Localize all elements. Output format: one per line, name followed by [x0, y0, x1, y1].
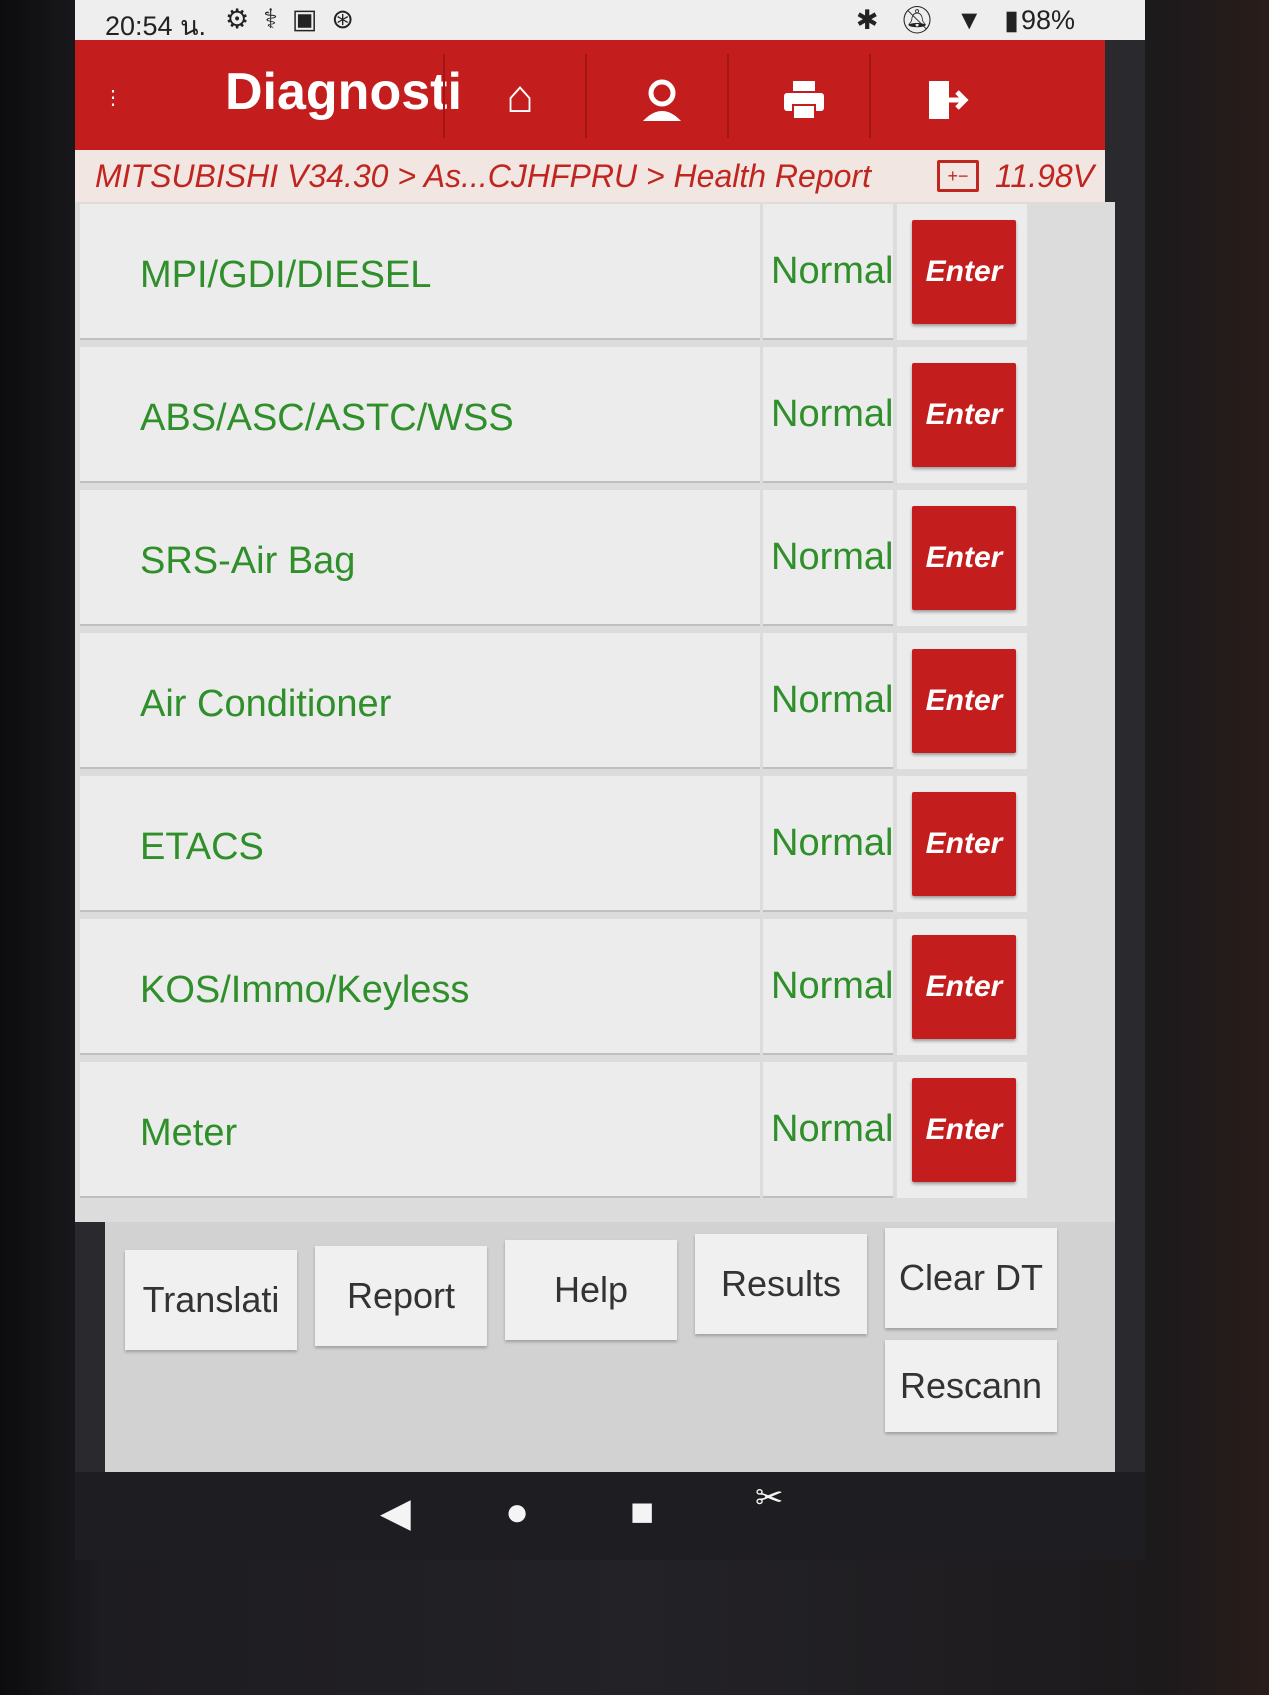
list-item: MPI/GDI/DIESEL Normal Enter [75, 202, 1115, 344]
system-list: MPI/GDI/DIESEL Normal Enter ABS/ASC/ASTC… [75, 202, 1115, 1222]
menu-dot-icon[interactable]: ⋮ [103, 85, 123, 110]
page-title: Diagnosti [225, 63, 462, 121]
clear-dtc-button[interactable]: Clear DT [885, 1228, 1057, 1328]
system-status-cell: Normal [763, 347, 893, 483]
battery-level: ▮98% [1004, 5, 1075, 35]
enter-cell: Enter [897, 347, 1027, 483]
enter-button[interactable]: Enter [912, 363, 1016, 467]
list-item: Meter Normal Enter [75, 1060, 1115, 1202]
mute-icon: 🔕︎ [900, 5, 935, 35]
system-status-cell: Normal [763, 204, 893, 340]
list-item: KOS/Immo/Keyless Normal Enter [75, 917, 1115, 1059]
back-icon[interactable]: ◀ [380, 1490, 411, 1536]
battery-voltage: 11.98V [995, 158, 1095, 194]
print-button[interactable] [727, 54, 879, 138]
home-icon: ⌂ [506, 70, 534, 122]
system-status: Normal [771, 822, 894, 864]
printer-icon [784, 80, 824, 120]
enter-cell: Enter [897, 204, 1027, 340]
app-header: ⋮ Diagnosti ⌂ [75, 40, 1105, 150]
navigation-bar: ◀ ● ■ ✂ [75, 1472, 1145, 1560]
translation-button[interactable]: Translati [125, 1250, 297, 1350]
breadcrumb-path: MITSUBISHI V34.30 > As...CJHFPRU > Healt… [95, 158, 871, 194]
system-status-cell: Normal [763, 1062, 893, 1198]
system-status-cell: Normal [763, 633, 893, 769]
system-status: Normal [771, 1108, 894, 1150]
home-nav-icon[interactable]: ● [505, 1490, 529, 1535]
system-name: Meter [140, 1112, 238, 1154]
system-name: KOS/Immo/Keyless [140, 969, 470, 1011]
list-item: ETACS Normal Enter [75, 774, 1115, 916]
image-icon: ▣ [291, 4, 332, 34]
system-name-cell: Meter [80, 1062, 760, 1198]
breadcrumb: MITSUBISHI V34.30 > As...CJHFPRU > Healt… [75, 150, 1105, 202]
enter-cell: Enter [897, 776, 1027, 912]
wifi-icon: ▼ [955, 5, 983, 35]
system-name-cell: KOS/Immo/Keyless [80, 919, 760, 1055]
enter-button[interactable]: Enter [912, 935, 1016, 1039]
system-name: Air Conditioner [140, 683, 392, 725]
system-name-cell: SRS-Air Bag [80, 490, 760, 626]
enter-cell: Enter [897, 919, 1027, 1055]
report-button[interactable]: Report [315, 1246, 487, 1346]
bottom-toolbar: Translati Report Help Results Clear DT R… [105, 1222, 1115, 1472]
user-button[interactable] [585, 54, 737, 138]
system-status-cell: Normal [763, 919, 893, 1055]
exit-button[interactable] [869, 54, 1021, 138]
enter-button[interactable]: Enter [912, 792, 1016, 896]
enter-cell: Enter [897, 1062, 1027, 1198]
system-name: ETACS [140, 826, 264, 868]
system-name: ABS/ASC/ASTC/WSS [140, 397, 514, 439]
system-name-cell: MPI/GDI/DIESEL [80, 204, 760, 340]
enter-cell: Enter [897, 633, 1027, 769]
bluetooth-circle-icon: ⊛ [331, 4, 368, 34]
tablet-device: 20:54 น. ⚙⚕▣⊛ ✱ 🔕︎ ▼ ▮98% ⋮ Diagnosti ⌂ [0, 0, 1269, 1695]
home-button[interactable]: ⌂ [443, 54, 595, 138]
status-left-icons: ⚙⚕▣⊛ [225, 4, 368, 35]
exit-icon [929, 80, 969, 119]
system-status: Normal [771, 679, 894, 721]
user-icon [643, 79, 681, 121]
help-button[interactable]: Help [505, 1240, 677, 1340]
system-status: Normal [771, 965, 894, 1007]
status-bar: 20:54 น. ⚙⚕▣⊛ ✱ 🔕︎ ▼ ▮98% [75, 0, 1145, 41]
system-name: SRS-Air Bag [140, 540, 356, 582]
enter-cell: Enter [897, 490, 1027, 626]
enter-button[interactable]: Enter [912, 649, 1016, 753]
enter-button[interactable]: Enter [912, 506, 1016, 610]
rescan-button[interactable]: Rescann [885, 1340, 1057, 1432]
screenshot-icon[interactable]: ✂ [755, 1478, 784, 1518]
system-status: Normal [771, 536, 894, 578]
system-name-cell: Air Conditioner [80, 633, 760, 769]
system-name: MPI/GDI/DIESEL [140, 254, 432, 296]
bluetooth-icon: ✱ [855, 5, 879, 35]
system-name-cell: ABS/ASC/ASTC/WSS [80, 347, 760, 483]
status-right-icons: ✱ 🔕︎ ▼ ▮98% [842, 4, 1075, 36]
system-name-cell: ETACS [80, 776, 760, 912]
results-button[interactable]: Results [695, 1234, 867, 1334]
system-status-cell: Normal [763, 776, 893, 912]
battery-voltage-icon: +− [937, 160, 979, 192]
system-status-cell: Normal [763, 490, 893, 626]
enter-button[interactable]: Enter [912, 1078, 1016, 1182]
list-item: Air Conditioner Normal Enter [75, 631, 1115, 773]
screen: 20:54 น. ⚙⚕▣⊛ ✱ 🔕︎ ▼ ▮98% ⋮ Diagnosti ⌂ [75, 0, 1145, 1560]
list-item: SRS-Air Bag Normal Enter [75, 488, 1115, 630]
recents-icon[interactable]: ■ [630, 1490, 654, 1535]
system-status: Normal [771, 393, 894, 435]
stethoscope-icon: ⚕ [263, 4, 292, 34]
enter-button[interactable]: Enter [912, 220, 1016, 324]
gear-icon: ⚙ [225, 4, 264, 34]
system-status: Normal [771, 250, 894, 292]
list-item: ABS/ASC/ASTC/WSS Normal Enter [75, 345, 1115, 487]
